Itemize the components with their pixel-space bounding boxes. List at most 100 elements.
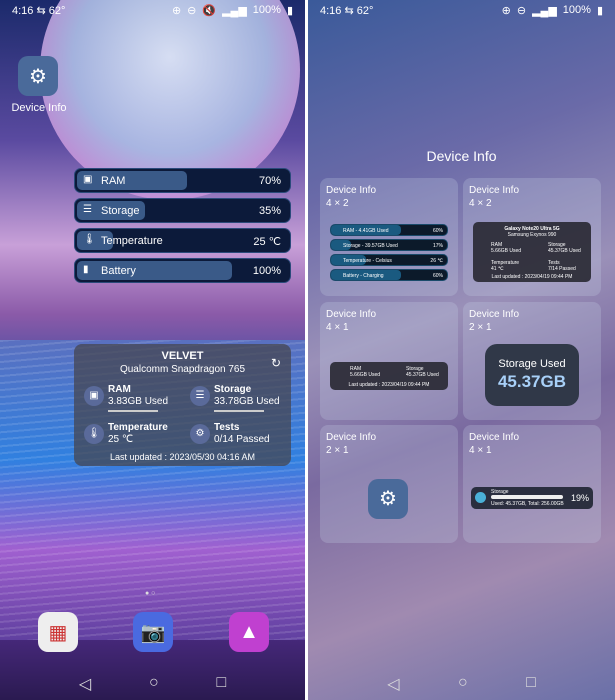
tile-name: Device Info bbox=[326, 432, 377, 443]
storage-icon: ☰ bbox=[83, 204, 92, 215]
battery-bar[interactable]: ▮ Battery 100% bbox=[74, 258, 291, 283]
sync-icon: ⊕ bbox=[501, 4, 511, 17]
mute-icon: 🔇 bbox=[202, 4, 217, 17]
device-name: VELVET bbox=[161, 350, 204, 362]
chipset: Qualcomm Snapdragon 765 bbox=[119, 364, 246, 375]
home-icon[interactable]: ○ bbox=[458, 674, 468, 694]
bar-label: Temperature bbox=[101, 235, 163, 247]
widget-tile-4x2-bars[interactable]: Device Info 4 × 2 RAM - 4.41GB Used 60% Sto… bbox=[320, 178, 458, 296]
widget-tile-2x1-icon[interactable]: Device Info 2 × 1 ⚙ bbox=[320, 425, 458, 543]
cell-value: 0/14 Passed bbox=[214, 434, 270, 445]
battery-percent: 100% bbox=[562, 4, 591, 16]
cell-label: Storage bbox=[214, 384, 252, 395]
battery-icon: ▮ bbox=[596, 4, 603, 17]
temperature-bar[interactable]: 🌡 Temperature 25 ℃ bbox=[74, 228, 291, 253]
tile-size: 2 × 1 bbox=[326, 445, 349, 456]
tile-size: 4 × 1 bbox=[326, 322, 349, 333]
widget-tile-2x1-storage[interactable]: Device Info 2 × 1 Storage Used 45.37GB bbox=[463, 302, 601, 420]
storage-icon: ☰ bbox=[190, 386, 210, 406]
tile-name: Device Info bbox=[469, 185, 520, 196]
bar-value: 17% bbox=[432, 243, 443, 249]
bar-value: 25 ℃ bbox=[253, 236, 281, 248]
home-icon[interactable]: ○ bbox=[149, 674, 159, 694]
dnd-icon: ⊖ bbox=[187, 4, 197, 17]
device-info-widget[interactable]: VELVET Qualcomm Snapdragon 765 ↻ ▣ RAM 3.8… bbox=[74, 344, 291, 466]
device-info-app-icon[interactable]: ⚙ bbox=[18, 56, 58, 96]
cell-value: 45.37GB Used bbox=[548, 248, 581, 254]
folder-icon[interactable]: ▦ bbox=[38, 612, 78, 652]
status-bar: 4:16 ⇆ 62° ⊕ ⊖ 🔇 ▂▄▆ 100% ▮ bbox=[12, 4, 293, 17]
bar-label: Storage - 39.57GB Used bbox=[343, 243, 398, 249]
device-info-app-icon: ⚙ bbox=[368, 479, 408, 519]
nav-bar: ◁ ○ □ bbox=[308, 674, 615, 694]
clock: 4:16 bbox=[12, 4, 34, 17]
cell-value: 33.78GB Used bbox=[214, 396, 280, 407]
battery-icon: ▮ bbox=[83, 264, 89, 275]
app-label[interactable]: Device Info bbox=[10, 102, 68, 115]
tile-name: Device Info bbox=[469, 432, 520, 443]
sync-icon: ⊕ bbox=[171, 4, 182, 17]
cell-value: 5.66GB Used bbox=[491, 248, 522, 254]
nav-bar: ◁ ○ □ bbox=[0, 674, 305, 694]
bar-value: 35% bbox=[258, 205, 281, 217]
chip-icon: ▣ bbox=[83, 174, 93, 185]
refresh-icon[interactable]: ↻ bbox=[271, 356, 281, 370]
temperature: 62° bbox=[356, 4, 374, 17]
battery-icon: ▮ bbox=[286, 4, 293, 17]
recents-icon[interactable]: □ bbox=[526, 674, 536, 694]
camera-icon[interactable]: 📷 bbox=[133, 612, 173, 652]
storage-icon bbox=[475, 492, 486, 503]
widget-tile-4x1[interactable]: Device Info 4 × 1 RAM 5.66GB Used Storage… bbox=[320, 302, 458, 420]
tile-size: 4 × 2 bbox=[469, 198, 492, 209]
bar-label: RAM - 4.41GB Used bbox=[343, 228, 389, 234]
last-updated: Last updated : 2023/04/19 09:44 PM bbox=[491, 274, 573, 280]
storage-used-value: 45.37GB bbox=[497, 372, 567, 391]
dnd-icon: ⊖ bbox=[516, 4, 527, 17]
preview-card: Galaxy Note20 Ultra 5G Samsung Exynos 99… bbox=[473, 222, 591, 282]
picker-title: Device Info bbox=[426, 148, 497, 164]
cell-label: Tests bbox=[214, 422, 240, 433]
ram-bar[interactable]: ▣ RAM 70% bbox=[74, 168, 291, 193]
tile-name: Device Info bbox=[326, 309, 377, 320]
storage-used-preview: Storage Used 45.37GB bbox=[485, 344, 579, 406]
gallery-icon[interactable]: ▲ bbox=[229, 612, 269, 652]
thermometer-icon: 🌡 bbox=[83, 234, 96, 245]
tile-size: 4 × 2 bbox=[326, 198, 349, 209]
back-icon[interactable]: ◁ bbox=[387, 674, 399, 694]
last-updated: Last updated : 2023/05/30 04:16 AM bbox=[109, 452, 256, 462]
cell-value: 3.83GB Used bbox=[108, 396, 169, 407]
bar-label: RAM bbox=[101, 175, 126, 187]
tile-name: Device Info bbox=[326, 185, 377, 196]
bar-value: 26 ℃ bbox=[430, 258, 443, 264]
bar-detail: Used: 45.37GB, Total: 256.00GB bbox=[491, 501, 564, 507]
tile-name: Device Info bbox=[469, 309, 520, 320]
cell-value: 41 ℃ bbox=[491, 266, 504, 272]
bar-value: 19% bbox=[570, 493, 589, 503]
storage-bar[interactable]: ☰ Storage 35% bbox=[74, 198, 291, 223]
chip-icon: ▣ bbox=[84, 386, 104, 406]
home-screen: 4:16 ⇆ 62° ⊕ ⊖ 🔇 ▂▄▆ 100% ▮ ⚙ Device Info ▣ RA… bbox=[0, 0, 305, 700]
bar-value: 70% bbox=[258, 175, 281, 187]
recents-icon[interactable]: □ bbox=[216, 674, 226, 694]
cell-value: 45.37GB Used bbox=[406, 372, 439, 378]
cell-label: RAM bbox=[108, 384, 131, 395]
bar-label: Temperature - Celsius bbox=[343, 258, 392, 264]
bar-label: Battery bbox=[101, 265, 136, 277]
preview-bar: Battery - Charging 60% bbox=[330, 269, 448, 281]
cell-value: 7/14 Passed bbox=[548, 266, 576, 272]
bar-label: Storage bbox=[101, 205, 140, 217]
gear-icon: ⚙ bbox=[190, 424, 210, 444]
tile-size: 4 × 1 bbox=[469, 445, 492, 456]
cell-value: 5.66GB Used bbox=[350, 372, 381, 378]
cell-label: Temperature bbox=[108, 422, 168, 433]
signal-icon: ▂▄▆ bbox=[532, 4, 557, 17]
storage-bar-preview: Storage Used: 45.37GB, Total: 256.00GB 1… bbox=[471, 487, 593, 509]
storage-used-label: Storage Used bbox=[498, 358, 566, 370]
back-icon[interactable]: ◁ bbox=[79, 674, 91, 694]
widget-tile-4x2-card[interactable]: Device Info 4 × 2 Galaxy Note20 Ultra 5G … bbox=[463, 178, 601, 296]
last-updated: Last updated : 2023/04/19 09:44 PM bbox=[348, 382, 430, 388]
tile-size: 2 × 1 bbox=[469, 322, 492, 333]
widget-tile-4x1-storage-bar[interactable]: Device Info 4 × 1 Storage Used: 45.37GB, … bbox=[463, 425, 601, 543]
preview-bar: Temperature - Celsius 26 ℃ bbox=[330, 254, 448, 266]
chipset: Samsung Exynos 990 bbox=[507, 232, 557, 238]
